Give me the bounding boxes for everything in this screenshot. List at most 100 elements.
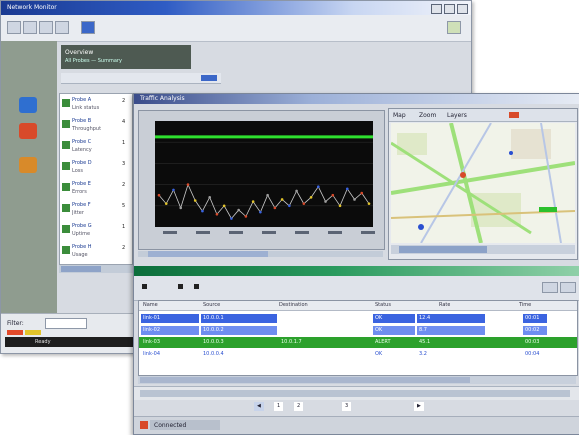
chart-icon[interactable]	[19, 157, 37, 173]
prev-page-button[interactable]: ◀	[254, 402, 264, 411]
map-tab-layers[interactable]: Layers	[447, 112, 467, 119]
list-item[interactable]: Probe H Usage 2	[62, 243, 128, 263]
toolbar-dot-3[interactable]	[194, 284, 199, 289]
data-point	[179, 206, 183, 210]
help-icon[interactable]	[81, 21, 95, 34]
data-point	[164, 202, 168, 205]
list-item[interactable]: Probe E Errors 2	[62, 180, 128, 200]
list-item[interactable]: Probe B Throughput 4	[62, 117, 128, 137]
data-point	[208, 196, 211, 199]
data-point	[331, 193, 335, 197]
data-point	[259, 210, 262, 214]
list-item[interactable]: Probe A Link status 2	[62, 96, 128, 116]
x-tick-mark	[229, 231, 243, 234]
back-toolbar	[1, 15, 471, 42]
back-titlebar: Network Monitor	[1, 1, 471, 15]
data-point	[230, 217, 233, 220]
list-item[interactable]: Probe G Uptime 1	[62, 222, 128, 242]
detail-bar	[134, 386, 579, 401]
next-page-button[interactable]: ▶	[414, 402, 424, 411]
data-point	[295, 189, 298, 193]
forward-icon[interactable]	[23, 21, 37, 34]
export-button[interactable]	[542, 282, 558, 293]
front-statusbar: Connected	[134, 416, 579, 434]
map-scrollbar[interactable]	[391, 245, 575, 254]
data-point	[302, 202, 306, 205]
data-point	[215, 212, 219, 216]
page-2-button[interactable]: 2	[294, 402, 304, 411]
back-statusbar: Ready	[5, 337, 135, 347]
data-point	[280, 198, 284, 201]
data-point	[251, 200, 255, 203]
col-source[interactable]: Source	[203, 302, 220, 308]
data-point	[345, 187, 349, 191]
list-item[interactable]: Probe F Jitter 5	[62, 201, 128, 221]
people-icon[interactable]	[19, 97, 37, 113]
table-row[interactable]: link-04 10.0.0.4 OK 3.2 00:04	[139, 349, 577, 360]
map-tab-zoom[interactable]: Zoom	[419, 112, 436, 119]
x-tick-mark	[295, 231, 309, 234]
toolbar-dot-2[interactable]	[178, 284, 183, 289]
go-icon[interactable]	[447, 21, 461, 34]
network-map[interactable]	[391, 123, 575, 243]
probe-list: Probe A Link status 2 Probe B Throughput…	[59, 93, 133, 265]
table-scrollbar[interactable]	[138, 376, 576, 384]
data-point	[193, 199, 197, 202]
data-point	[273, 206, 277, 210]
page-3-button[interactable]: 3	[342, 402, 352, 411]
data-point	[157, 193, 161, 197]
page-1-button[interactable]: 1	[274, 402, 284, 411]
data-point	[324, 200, 327, 203]
front-window-title: Traffic Analysis	[140, 95, 185, 102]
page-header: Overview All Probes — Summary	[61, 45, 191, 69]
col-destination[interactable]: Destination	[279, 302, 308, 308]
data-point	[222, 204, 226, 208]
col-name[interactable]: Name	[143, 302, 158, 308]
data-point	[353, 198, 356, 201]
x-tick-mark	[361, 231, 375, 234]
col-rate[interactable]: Rate	[439, 302, 450, 308]
data-point	[288, 204, 291, 208]
x-tick-mark	[328, 231, 342, 234]
toolbar-dot-1[interactable]	[142, 284, 147, 289]
home-icon[interactable]	[55, 21, 69, 34]
list-item[interactable]: Probe C Latency 1	[62, 138, 128, 158]
links-table: Name Source Destination Status Rate Time…	[138, 300, 578, 376]
minimize-button[interactable]	[431, 4, 442, 14]
chart-panel	[138, 110, 385, 250]
refresh-icon[interactable]	[39, 21, 53, 34]
grid-toolbar	[134, 276, 579, 301]
list-scrollbar[interactable]	[59, 265, 133, 273]
back-bottom-panel: Filter:	[1, 313, 141, 353]
pagination: ◀ 1 2 3 ▶	[134, 400, 579, 414]
front-window: Traffic Analysis Map Zoom Layers Name So…	[133, 93, 579, 435]
map-tab-map[interactable]: Map	[393, 112, 406, 119]
table-row[interactable]: link-01 10.0.0.1 OK 12.4 00:01	[139, 313, 577, 324]
tab-indicator[interactable]	[201, 75, 217, 81]
list-item[interactable]: Probe D Loss 3	[62, 159, 128, 179]
chart-scrollbar[interactable]	[138, 250, 383, 258]
table-row-selected[interactable]: link-03 10.0.0.3 10.0.1.7 ALERT 45.1 00:…	[139, 337, 577, 348]
traffic-chart	[155, 121, 375, 234]
data-point	[266, 193, 269, 197]
refresh-button[interactable]	[560, 282, 576, 293]
data-point	[201, 209, 204, 213]
col-status[interactable]: Status	[375, 302, 391, 308]
close-button[interactable]	[457, 4, 468, 14]
back-status-text: Ready	[35, 339, 51, 345]
alert-icon[interactable]	[19, 123, 37, 139]
map-alert-icon[interactable]	[509, 112, 519, 118]
table-header: Name Source Destination Status Rate Time	[139, 301, 577, 311]
table-row[interactable]: link-02 10.0.0.2 OK 8.7 00:02	[139, 325, 577, 336]
data-point	[317, 185, 320, 189]
data-point	[309, 196, 313, 199]
data-point	[172, 188, 175, 192]
data-point	[360, 191, 364, 195]
front-titlebar: Traffic Analysis	[134, 94, 579, 104]
legend-yellow	[25, 330, 41, 335]
col-time[interactable]: Time	[519, 302, 531, 308]
maximize-button[interactable]	[444, 4, 455, 14]
data-point	[367, 202, 371, 205]
filter-input[interactable]	[45, 318, 87, 329]
back-icon[interactable]	[7, 21, 21, 34]
